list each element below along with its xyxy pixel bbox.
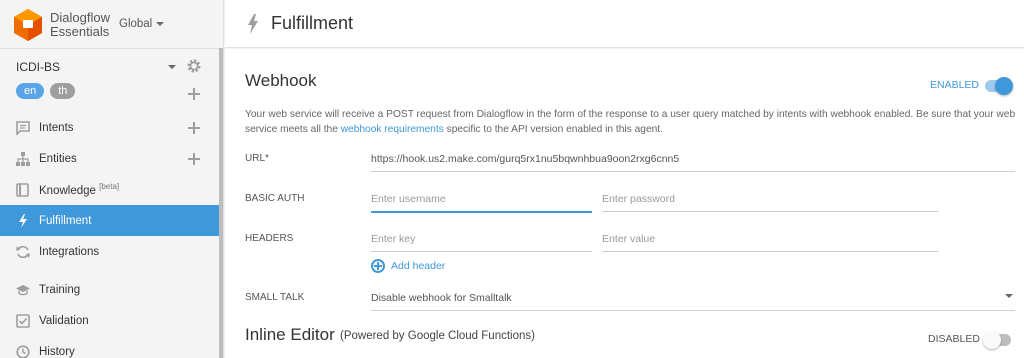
gear-icon[interactable]	[186, 58, 202, 74]
sidebar-item-label: History	[39, 345, 75, 358]
sidebar-item-training[interactable]: Training	[0, 274, 220, 305]
toggle-knob	[995, 77, 1013, 95]
header-key-input[interactable]: Enter key	[371, 233, 592, 252]
fulfillment-card: Webhook ENABLED Your web service will re…	[225, 49, 1024, 358]
headers-label: HEADERS	[245, 233, 294, 244]
add-header-label: Add header	[391, 260, 446, 272]
toggle-knob	[983, 331, 1001, 349]
webhook-toggle[interactable]	[985, 77, 1013, 95]
language-tab-en[interactable]: en	[16, 83, 45, 99]
agent-dropdown-icon[interactable]	[168, 65, 176, 69]
sidebar-scrollbar[interactable]	[219, 48, 223, 358]
sidebar-divider	[0, 48, 220, 49]
sidebar-item-integrations[interactable]: Integrations	[0, 236, 220, 267]
inline-editor-subtitle: (Powered by Google Cloud Functions)	[340, 330, 535, 342]
region-selector[interactable]: Global	[119, 18, 165, 30]
webhook-requirements-link[interactable]: webhook requirements	[341, 124, 444, 135]
sidebar-item-label: Integrations	[39, 245, 100, 258]
page-header: Fulfillment	[225, 0, 1024, 48]
inline-editor-title: Inline Editor	[245, 325, 335, 344]
main-content: Fulfillment Webhook ENABLED Your web ser…	[225, 0, 1024, 358]
region-label: Global	[119, 18, 153, 30]
inline-editor-status-label: DISABLED	[928, 333, 980, 345]
inline-editor-toggle[interactable]	[983, 331, 1011, 349]
graduation-cap-icon	[16, 284, 30, 295]
sidebar-item-fulfillment[interactable]: Fulfillment	[0, 205, 220, 236]
sidebar-item-knowledge[interactable]: Knowledge [beta]	[0, 174, 220, 205]
language-tab-th[interactable]: th	[50, 83, 76, 99]
description-text-end: specific to the API version enabled in t…	[443, 124, 663, 135]
add-language-icon[interactable]	[188, 88, 200, 100]
sidebar-item-entities[interactable]: Entities	[0, 143, 220, 174]
sidebar-item-label: Knowledge [beta]	[39, 182, 119, 197]
bolt-icon	[19, 213, 27, 228]
sidebar-item-label: Intents	[39, 121, 74, 134]
dialogflow-logo-icon	[14, 9, 42, 41]
sidebar-item-intents[interactable]: Intents	[0, 112, 220, 143]
page-title: Fulfillment	[271, 13, 354, 33]
small-talk-label: SMALL TALK	[245, 292, 305, 303]
password-input[interactable]: Enter password	[602, 193, 938, 212]
small-talk-select[interactable]: Disable webhook for Smalltalk	[371, 292, 1015, 311]
sidebar-item-validation[interactable]: Validation	[0, 305, 220, 336]
brand[interactable]: Dialogflow Essentials	[14, 8, 110, 42]
sidebar-item-label: Entities	[39, 152, 77, 165]
book-icon	[16, 182, 29, 197]
brand-line2: Essentials	[50, 24, 110, 39]
sidebar: Dialogflow Essentials Global ICDI-BS en …	[0, 0, 224, 358]
chevron-down-icon	[156, 22, 165, 26]
add-intent-icon[interactable]	[188, 122, 200, 134]
webhook-description: Your web service will receive a POST req…	[245, 107, 1020, 137]
bolt-icon	[248, 14, 258, 34]
language-tabs: en th	[16, 83, 76, 99]
chevron-down-icon[interactable]	[1005, 294, 1013, 298]
sync-icon	[16, 245, 30, 258]
beta-badge: [beta]	[99, 182, 120, 192]
knowledge-label: Knowledge	[39, 184, 96, 197]
sidebar-item-history[interactable]: History	[0, 336, 220, 358]
brand-line1: Dialogflow	[50, 10, 110, 25]
add-header-button[interactable]: Add header	[371, 259, 445, 273]
username-input[interactable]: Enter username	[371, 193, 592, 213]
sidebar-item-label: Fulfillment	[39, 214, 92, 227]
clock-icon	[16, 344, 30, 358]
url-label: URL*	[245, 153, 269, 164]
add-entity-icon[interactable]	[188, 153, 200, 165]
chat-icon	[16, 120, 30, 135]
header-value-input[interactable]: Enter value	[602, 233, 938, 252]
sidebar-item-label: Validation	[39, 314, 89, 327]
check-box-icon	[16, 313, 30, 328]
brand-name: Dialogflow Essentials	[50, 11, 110, 39]
webhook-title: Webhook	[245, 71, 317, 90]
basic-auth-label: BASIC AUTH	[245, 193, 305, 204]
add-circle-icon	[371, 259, 385, 273]
url-input[interactable]: https://hook.us2.make.com/gurq5rx1nu5bqw…	[371, 153, 1015, 172]
agent-name[interactable]: ICDI-BS	[16, 60, 60, 74]
webhook-status-label: ENABLED	[930, 79, 980, 91]
sidebar-item-label: Training	[39, 283, 81, 296]
sitemap-icon	[16, 151, 30, 166]
